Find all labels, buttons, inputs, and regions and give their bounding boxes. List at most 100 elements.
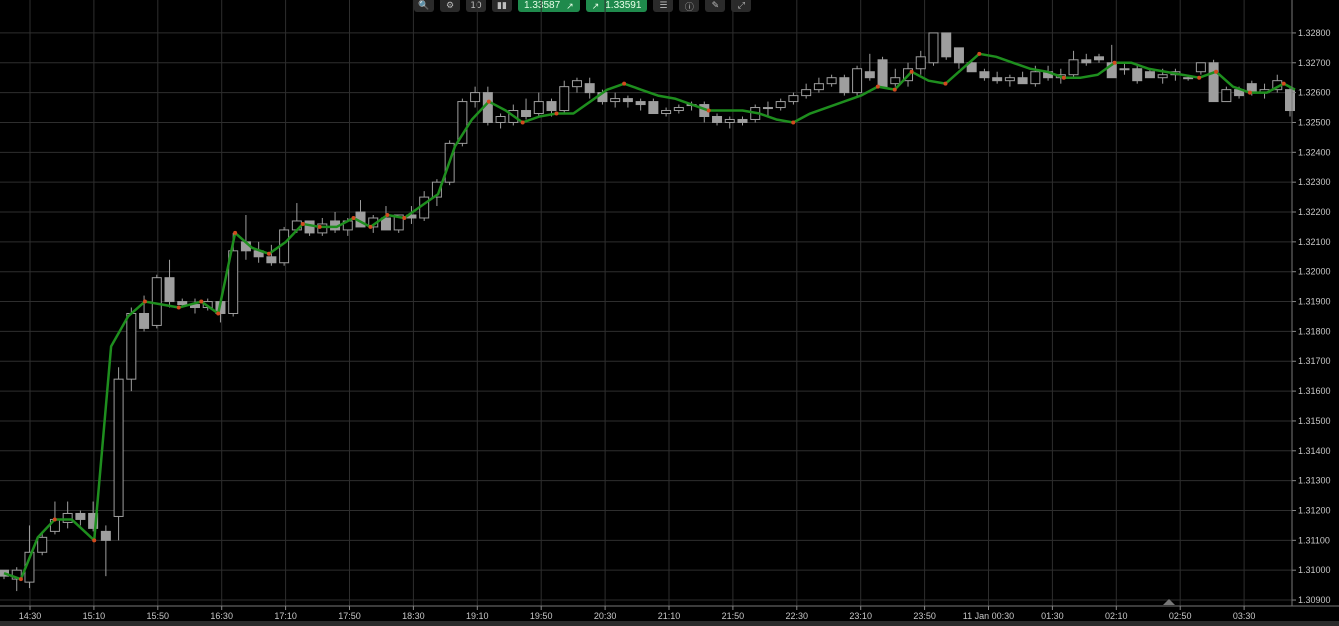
turning-point-marker [875,84,880,89]
candle-body-up [1221,89,1232,103]
candle [1208,59,1219,103]
candle [610,92,621,108]
candle-body-down [992,77,1003,82]
candle [673,104,684,114]
candle [431,179,442,207]
candle [1119,62,1130,75]
y-tick-label: 1.31300 [1298,476,1331,486]
candle-body-up [470,92,481,103]
bottom-scroll-strip[interactable] [0,621,1339,626]
candle-body-up [928,32,939,64]
y-tick-label: 1.32700 [1298,58,1331,68]
candle-body-up [533,101,544,115]
candle-body-down [953,47,964,64]
y-tick-label: 1.32200 [1298,207,1331,217]
candle-body-down [100,530,111,541]
x-tick-label: 17:50 [338,611,361,621]
candle-body-down [521,110,532,117]
turning-point-marker [385,212,390,217]
turning-point-marker [199,299,204,304]
x-tick-label: 02:10 [1105,611,1128,621]
candle [1017,71,1028,85]
candle-body-up [1195,62,1206,73]
x-tick-label: 14:30 [19,611,42,621]
candle-series [0,32,1295,592]
x-tick-label: 21:50 [722,611,745,621]
trend-line [3,52,1296,581]
candle [1004,74,1015,87]
x-tick-label: 16:30 [210,611,233,621]
candle-body-up [724,118,735,123]
candle [304,220,315,236]
turning-point-marker [142,299,147,304]
candle-body-up [801,89,812,97]
candle-body-up [915,56,926,70]
candle-body-down [380,217,391,231]
x-tick-label: 20:30 [594,611,617,621]
candle [584,77,595,99]
candle-body-up [1119,68,1130,71]
turning-point-marker [554,111,559,116]
turning-point-marker [977,51,982,56]
candle [1132,65,1143,84]
candle-body-up [673,107,684,112]
y-tick-label: 1.32000 [1298,267,1331,277]
x-tick-label: 15:50 [147,611,170,621]
candle [1285,86,1295,117]
x-tick-label: 21:10 [658,611,681,621]
turning-point-marker [351,215,356,220]
turning-point-marker [92,538,97,543]
candle [100,525,111,577]
candle [559,80,570,114]
candle-body-down [164,277,175,303]
candle-body-up [62,512,73,523]
y-tick-label: 1.31600 [1298,386,1331,396]
candle-body-up [559,86,570,112]
candle-body-up [1004,77,1015,82]
candle-body-down [1081,59,1092,64]
candle [622,95,633,108]
candle [1221,86,1232,103]
turning-point-marker [317,224,322,229]
candle-body-down [1132,68,1143,82]
candle [941,32,952,60]
x-tick-label: 18:30 [402,611,425,621]
candle [635,98,646,111]
y-tick-label: 1.31900 [1298,297,1331,307]
candle-body-up [852,68,863,94]
candle [915,50,926,75]
turning-point-marker [402,215,407,220]
candle [330,212,341,233]
candle [1195,62,1206,75]
candlestick-chart[interactable]: 1.32800 1.32700 1.32600 1.32500 1.32400 1.323… [0,0,1339,626]
candle-body-down [877,59,888,88]
candle [495,113,506,129]
turning-point-marker [486,99,491,104]
candle-body-down [266,256,277,264]
turning-point-marker [622,81,627,86]
candle-body-up [37,536,48,553]
x-tick-label: 23:10 [849,611,872,621]
y-tick-label: 1.31500 [1298,416,1331,426]
candle [126,307,137,392]
turning-point-marker [1197,75,1202,80]
candle [240,214,251,260]
trend-line-series [3,51,1296,582]
candle-body-down [546,101,557,112]
x-tick-label: 19:10 [466,611,489,621]
candle-body-down [584,83,595,94]
candle-body-up [788,95,799,103]
turning-point-marker [909,69,914,74]
turning-point-marker [706,108,711,113]
turning-point-marker [368,224,373,229]
candle [1068,50,1079,78]
y-tick-label: 1.31100 [1298,535,1330,545]
turning-point-marker [300,221,305,226]
candle-body-down [864,71,875,79]
turning-point-marker [943,81,948,86]
candle [953,47,964,69]
candle-body-up [113,378,124,517]
candle-body-down [622,98,633,103]
x-tick-label: 15:10 [83,611,106,621]
candle-body-up [126,312,137,380]
